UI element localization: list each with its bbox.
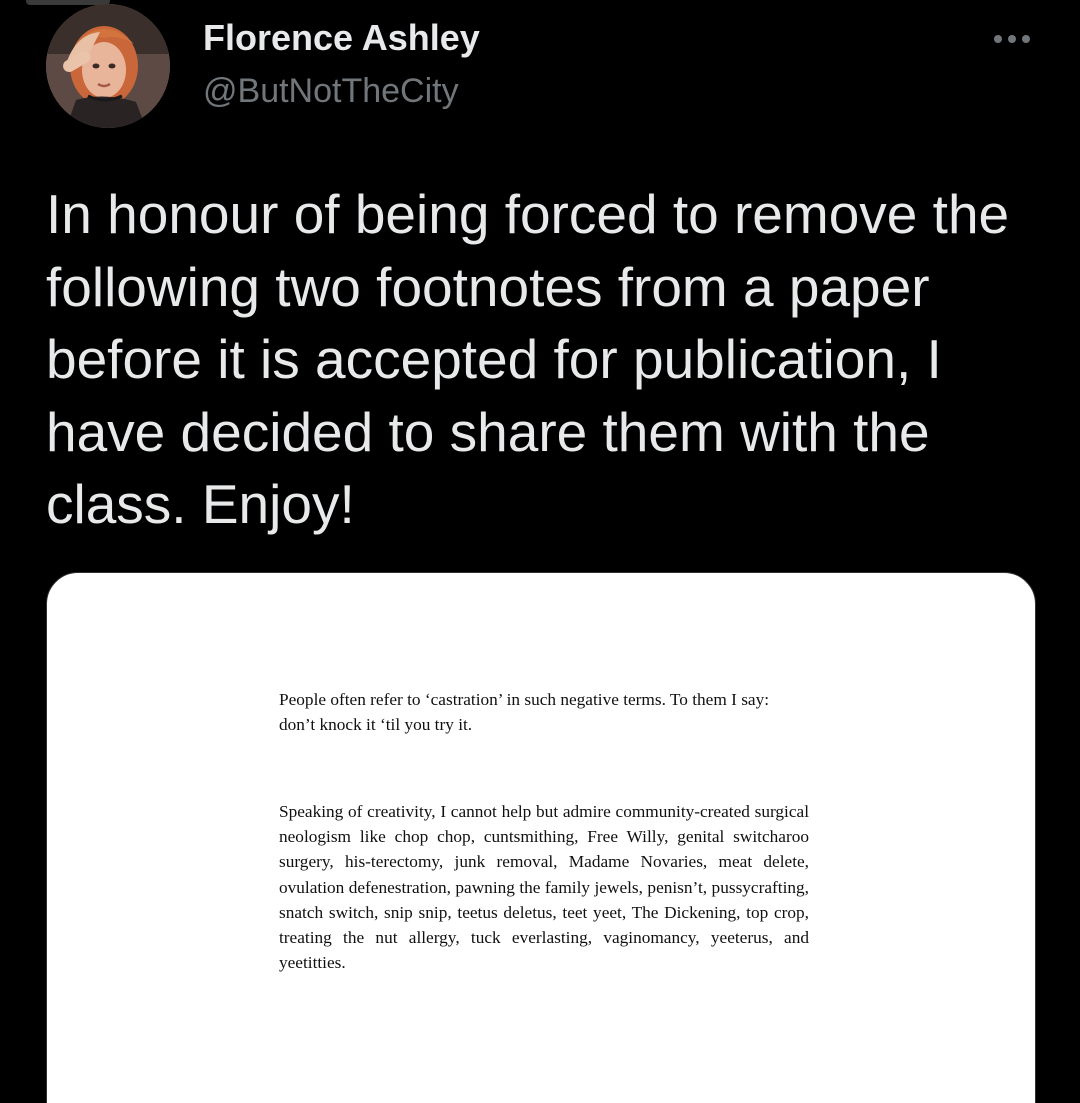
profile-photo-icon — [46, 4, 170, 128]
media-attachment[interactable]: People often refer to ‘castration’ in su… — [46, 572, 1036, 1103]
more-horizontal-icon — [994, 35, 1002, 43]
more-horizontal-icon-dot — [1008, 35, 1016, 43]
author-display-name[interactable]: Florence Ashley — [203, 14, 480, 62]
avatar[interactable] — [46, 4, 170, 128]
footnote-text: Speaking of creativity, I cannot help bu… — [279, 802, 809, 973]
more-horizontal-icon-dot — [1022, 35, 1030, 43]
more-options-button[interactable] — [984, 22, 1040, 56]
tweet-text: In honour of being forced to remove the … — [46, 183, 1010, 535]
footnote-text: People often refer to ‘castration’ in su… — [279, 690, 770, 735]
author-handle[interactable]: @ButNotTheCity — [203, 68, 459, 114]
